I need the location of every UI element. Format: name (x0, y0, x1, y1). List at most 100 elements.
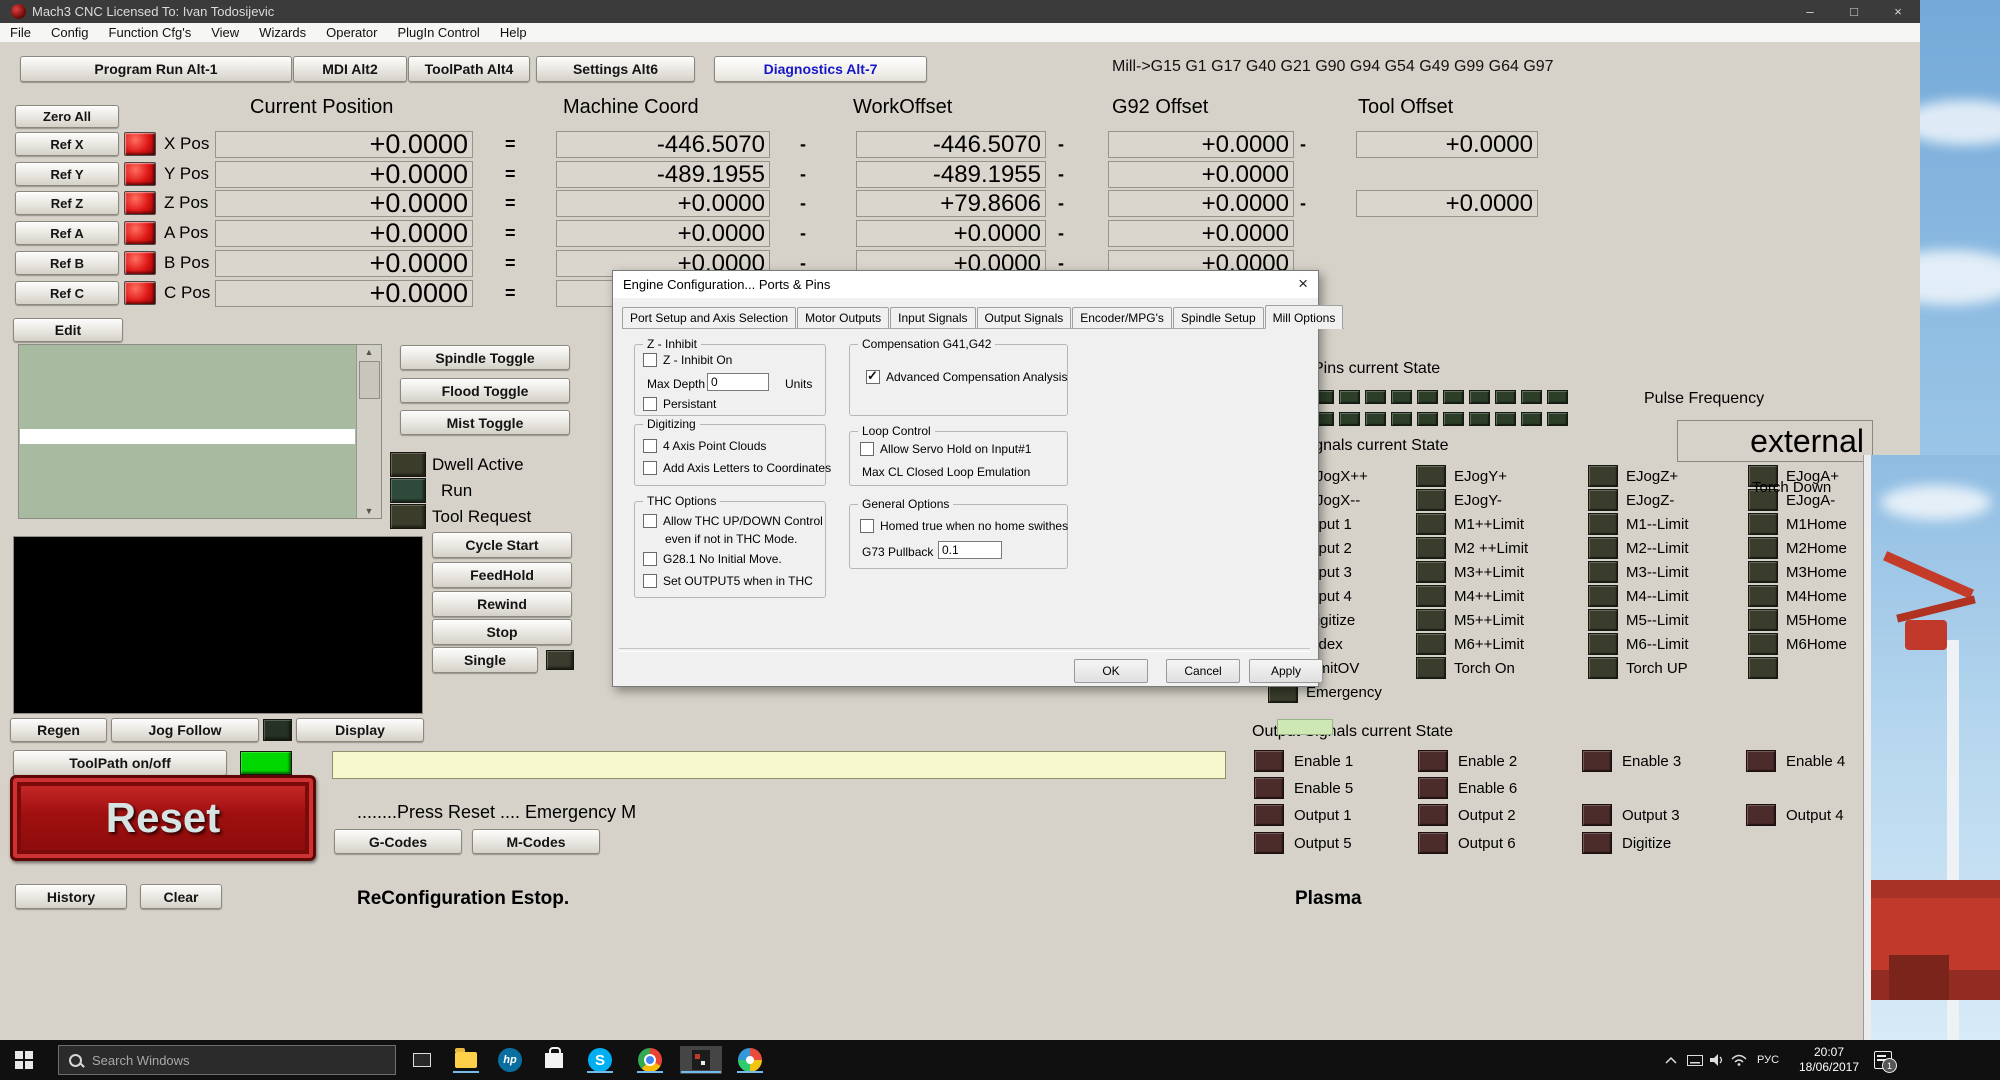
dialog-tab[interactable]: Port Setup and Axis Selection (622, 307, 796, 328)
dialog-tab[interactable]: Input Signals (890, 307, 975, 328)
tab-diagnostics[interactable]: Diagnostics Alt-7 (714, 56, 927, 82)
g281-no-initial-move-checkbox[interactable] (643, 552, 657, 566)
tab-mdi[interactable]: MDI Alt2 (293, 56, 407, 82)
taskbar-search[interactable] (58, 1045, 396, 1075)
dro-g92-value[interactable]: +0.0000 (1108, 190, 1294, 217)
set-output5-thc-checkbox[interactable] (643, 574, 657, 588)
tab-toolpath[interactable]: ToolPath Alt4 (408, 56, 530, 82)
dro-machine-value[interactable]: +0.0000 (556, 190, 770, 217)
g73-pullback-input[interactable] (938, 541, 1002, 559)
dro-workoffset-value[interactable]: -489.1955 (856, 161, 1046, 188)
apply-button[interactable]: Apply (1249, 659, 1323, 683)
ref-axis-button[interactable]: Ref X (15, 132, 119, 156)
network-icon[interactable] (1728, 1040, 1750, 1080)
store-icon[interactable] (540, 1046, 568, 1074)
start-button[interactable] (10, 1046, 38, 1074)
maximize-button[interactable]: □ (1832, 0, 1876, 23)
dro-current-value[interactable]: +0.0000 (215, 161, 473, 188)
feedhold-button[interactable]: FeedHold (432, 562, 572, 588)
dro-machine-value[interactable]: -489.1955 (556, 161, 770, 188)
dro-tool-value[interactable]: +0.0000 (1356, 131, 1538, 158)
dro-g92-value[interactable]: +0.0000 (1108, 220, 1294, 247)
tab-settings[interactable]: Settings Alt6 (536, 56, 695, 82)
toolpath-onoff-button[interactable]: ToolPath on/off (13, 750, 227, 776)
clear-button[interactable]: Clear (140, 884, 222, 909)
search-input[interactable] (90, 1052, 354, 1069)
ref-axis-button[interactable]: Ref Z (15, 191, 119, 215)
regen-button[interactable]: Regen (10, 718, 107, 742)
clock[interactable]: 20:07 18/06/2017 (1793, 1045, 1865, 1075)
rewind-button[interactable]: Rewind (432, 591, 572, 617)
listbox-scrollbar[interactable]: ▲ ▼ (356, 345, 381, 518)
toolpath-display[interactable] (13, 536, 423, 714)
ref-axis-button[interactable]: Ref A (15, 221, 119, 245)
dro-workoffset-value[interactable]: -446.5070 (856, 131, 1046, 158)
max-depth-input[interactable] (707, 373, 769, 391)
stop-button[interactable]: Stop (432, 619, 572, 645)
dro-g92-value[interactable]: +0.0000 (1108, 131, 1294, 158)
menu-item[interactable]: Function Cfg's (99, 25, 202, 40)
spindle-toggle-button[interactable]: Spindle Toggle (400, 345, 570, 370)
mcodes-button[interactable]: M-Codes (472, 829, 600, 854)
dro-machine-value[interactable]: -446.5070 (556, 131, 770, 158)
reset-button[interactable]: Reset (10, 775, 316, 861)
tab-program-run[interactable]: Program Run Alt-1 (20, 56, 292, 82)
menu-item[interactable]: Wizards (249, 25, 316, 40)
advanced-compensation-checkbox[interactable] (866, 370, 880, 384)
skype-icon[interactable]: S (586, 1046, 614, 1074)
z-inhibit-on-checkbox[interactable] (643, 353, 657, 367)
allow-servo-hold-checkbox[interactable] (860, 442, 874, 456)
volume-icon[interactable] (1706, 1040, 1728, 1080)
dro-g92-value[interactable]: +0.0000 (1108, 161, 1294, 188)
dro-current-value[interactable]: +0.0000 (215, 280, 473, 307)
dro-current-value[interactable]: +0.0000 (215, 220, 473, 247)
cancel-button[interactable]: Cancel (1166, 659, 1240, 683)
allow-thc-updown-checkbox[interactable] (643, 514, 657, 528)
hp-icon[interactable]: hp (496, 1046, 524, 1074)
history-button[interactable]: History (15, 884, 127, 909)
scroll-down-icon[interactable]: ▼ (357, 506, 381, 516)
photos-icon[interactable] (736, 1046, 764, 1074)
language-indicator[interactable]: РУС (1750, 1040, 1786, 1080)
touch-keyboard-icon[interactable] (1684, 1040, 1706, 1080)
dialog-tab[interactable]: Encoder/MPG's (1072, 307, 1172, 328)
four-axis-point-clouds-checkbox[interactable] (643, 439, 657, 453)
dialog-tab[interactable]: Motor Outputs (797, 307, 889, 328)
mach3-taskbar-icon[interactable] (680, 1046, 722, 1074)
dro-current-value[interactable]: +0.0000 (215, 190, 473, 217)
dro-current-value[interactable]: +0.0000 (215, 131, 473, 158)
homed-true-checkbox[interactable] (860, 519, 874, 533)
gcodes-button[interactable]: G-Codes (334, 829, 462, 854)
cycle-start-button[interactable]: Cycle Start (432, 532, 572, 558)
task-view-button[interactable] (408, 1046, 436, 1074)
dro-current-value[interactable]: +0.0000 (215, 250, 473, 277)
tray-chevron-icon[interactable] (1660, 1040, 1682, 1080)
jog-follow-button[interactable]: Jog Follow (111, 718, 259, 742)
menu-item[interactable]: Operator (316, 25, 387, 40)
dro-workoffset-value[interactable]: +0.0000 (856, 220, 1046, 247)
close-button[interactable]: × (1876, 0, 1920, 23)
menu-item[interactable]: View (201, 25, 249, 40)
ref-axis-button[interactable]: Ref C (15, 281, 119, 305)
dro-tool-value[interactable]: +0.0000 (1356, 190, 1538, 217)
dialog-close-icon[interactable]: × (1298, 274, 1308, 294)
dro-machine-value[interactable]: +0.0000 (556, 220, 770, 247)
add-axis-letters-checkbox[interactable] (643, 461, 657, 475)
mist-toggle-button[interactable]: Mist Toggle (400, 410, 570, 435)
chrome-icon[interactable] (636, 1046, 664, 1074)
notification-center-icon[interactable]: 1 (1868, 1040, 1898, 1080)
menu-item[interactable]: PlugIn Control (387, 25, 489, 40)
dialog-tab[interactable]: Spindle Setup (1173, 307, 1264, 328)
scroll-up-icon[interactable]: ▲ (357, 347, 381, 357)
flood-toggle-button[interactable]: Flood Toggle (400, 378, 570, 403)
dialog-tab[interactable]: Output Signals (977, 307, 1072, 328)
file-explorer-icon[interactable] (452, 1046, 480, 1074)
gcode-listbox[interactable]: ▲ ▼ (18, 344, 382, 519)
display-button[interactable]: Display (296, 718, 424, 742)
menu-item[interactable]: Config (41, 25, 99, 40)
zero-all-button[interactable]: Zero All (15, 105, 119, 128)
persistant-checkbox[interactable] (643, 397, 657, 411)
ref-axis-button[interactable]: Ref Y (15, 162, 119, 186)
dialog-title-bar[interactable]: Engine Configuration... Ports & Pins × (613, 271, 1318, 298)
dialog-tab[interactable]: Mill Options (1265, 305, 1344, 329)
